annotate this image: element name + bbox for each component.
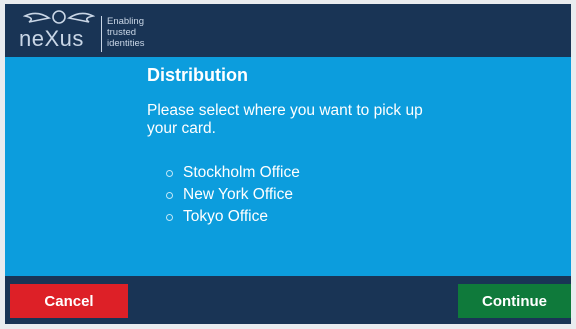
option-stockholm-office[interactable]: Stockholm Office: [147, 162, 527, 184]
option-label: New York Office: [183, 186, 293, 203]
option-tokyo-office[interactable]: Tokyo Office: [147, 206, 527, 228]
header-bar: neXus Enabling trusted identities: [5, 4, 571, 57]
pickup-location-list: Stockholm Office New York Office Tokyo O…: [147, 162, 527, 228]
logo-divider: [101, 16, 102, 52]
logo-wordmark: neXus: [19, 26, 84, 51]
selection-prompt: Please select where you want to pick up …: [147, 102, 423, 137]
main-content: Distribution Please select where you wan…: [147, 65, 527, 228]
radio-icon[interactable]: [166, 169, 173, 177]
nexus-logo: neXus Enabling trusted identities: [19, 10, 159, 54]
cancel-button[interactable]: Cancel: [10, 284, 128, 318]
footer-bar: Cancel Continue: [5, 276, 571, 324]
option-label: Stockholm Office: [183, 164, 300, 181]
option-new-york-office[interactable]: New York Office: [147, 184, 527, 206]
page-title: Distribution: [147, 65, 248, 85]
continue-button[interactable]: Continue: [458, 284, 571, 318]
radio-icon[interactable]: [166, 191, 173, 199]
option-label: Tokyo Office: [183, 208, 269, 225]
app-window: neXus Enabling trusted identities Distri…: [5, 4, 571, 324]
radio-icon[interactable]: [166, 213, 173, 221]
logo-tagline: Enabling trusted identities: [107, 16, 145, 49]
